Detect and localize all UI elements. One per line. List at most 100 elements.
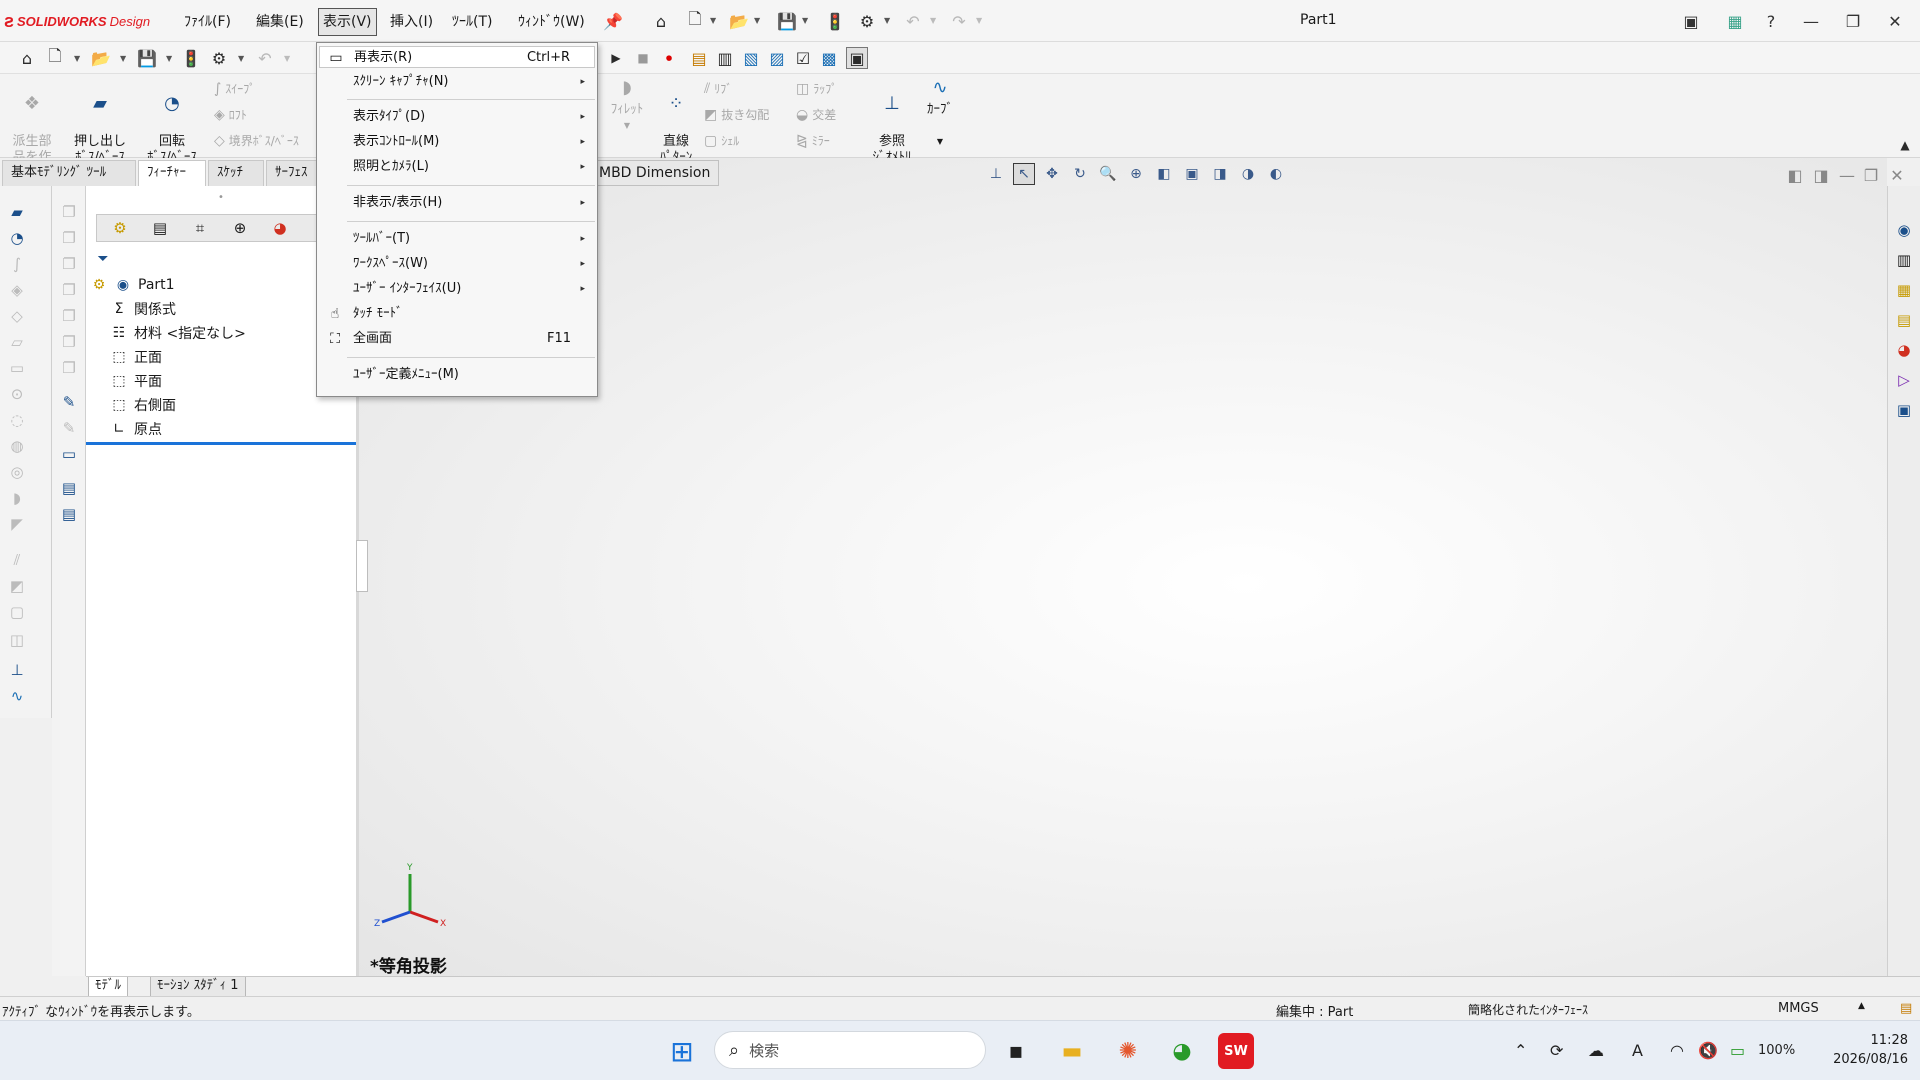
battery-icon[interactable]: ▭ bbox=[1730, 1041, 1745, 1060]
chevron-down-icon[interactable]: ▼ bbox=[930, 16, 936, 25]
task-view-icon[interactable]: ▪ bbox=[998, 1033, 1034, 1069]
restore-button[interactable]: ❐ bbox=[1838, 8, 1868, 34]
stop-icon[interactable]: ■ bbox=[632, 47, 654, 69]
revolve-icon[interactable]: ◔ bbox=[6, 228, 28, 248]
app-sunburst-icon[interactable]: ✺ bbox=[1110, 1033, 1146, 1069]
loft-icon[interactable]: ◈ bbox=[6, 280, 28, 300]
pan-icon[interactable]: ✥ bbox=[1041, 163, 1063, 185]
chevron-down-icon[interactable]: ▼ bbox=[976, 16, 982, 25]
cloud-icon[interactable]: ☁ bbox=[1588, 1041, 1604, 1060]
file-explorer-icon[interactable]: ▬ bbox=[1054, 1033, 1090, 1069]
undo-icon[interactable]: ↶ bbox=[254, 47, 276, 69]
tile-right-icon[interactable]: ◨ bbox=[1810, 164, 1832, 186]
windows-start-icon[interactable]: ⊞ bbox=[664, 1033, 700, 1069]
rib-button[interactable]: ⫽ ﾘﾌﾞ bbox=[704, 80, 732, 97]
collapse-ribbon-icon[interactable]: ▲ bbox=[1894, 134, 1916, 156]
traffic-light-icon[interactable]: 🚦 bbox=[824, 10, 846, 32]
chevron-down-icon[interactable]: ▼ bbox=[166, 54, 172, 63]
wrap-icon[interactable]: ◫ bbox=[6, 630, 28, 650]
menu-item-display-type[interactable]: 表示ﾀｲﾌﾟ(D) ▸ bbox=[319, 106, 595, 128]
notification-icon[interactable]: ▤ bbox=[1900, 1001, 1912, 1016]
menu-item-touch-mode[interactable]: ☝ ﾀｯﾁ ﾓｰﾄﾞ bbox=[319, 303, 595, 325]
design-library-icon[interactable]: ▥ bbox=[1892, 248, 1916, 272]
rotate-icon[interactable]: ↻ bbox=[1069, 163, 1091, 185]
tab-features[interactable]: ﾌｨｰﾁｬｰ bbox=[138, 160, 206, 186]
shell-icon[interactable]: ▢ bbox=[6, 602, 28, 622]
redo-icon[interactable]: ↷ bbox=[948, 10, 970, 32]
section-view-icon[interactable]: ◧ bbox=[1153, 163, 1175, 185]
tree-item-front-plane[interactable]: ⬚ 正面 bbox=[110, 346, 162, 368]
home-icon[interactable]: ⌂ bbox=[650, 10, 672, 32]
solidworks-logo[interactable]: ƨ SOLIDWORKS Design bbox=[4, 10, 150, 32]
tree-root[interactable]: ⚙ ◉ Part1 bbox=[90, 274, 175, 296]
macro-run-icon[interactable]: ▧ bbox=[740, 47, 762, 69]
avatar[interactable]: ▦ bbox=[1720, 8, 1750, 34]
menu-item-user-interface[interactable]: ﾕｰｻﾞｰ ｲﾝﾀｰﾌｪｲｽ(U) ▸ bbox=[319, 278, 595, 300]
property-manager-tab-icon[interactable]: ▤ bbox=[143, 217, 177, 239]
open-folder-icon[interactable]: 📂 bbox=[90, 47, 112, 69]
rib-icon[interactable]: ⫽ bbox=[6, 550, 28, 570]
display-icon[interactable]: ▭ bbox=[58, 444, 80, 464]
close-button[interactable]: ✕ bbox=[1880, 8, 1910, 34]
menu-tools[interactable]: ﾂｰﾙ(T) bbox=[448, 10, 496, 34]
status-units[interactable]: MMGS bbox=[1778, 1001, 1819, 1016]
curves-button[interactable]: ∿ ｶｰﾌﾞ ▼ bbox=[918, 79, 962, 150]
language-icon[interactable]: A bbox=[1632, 1041, 1643, 1060]
chevron-down-icon[interactable]: ▼ bbox=[238, 54, 244, 63]
intersect-button[interactable]: ◒ 交差 bbox=[796, 106, 836, 123]
cut-revolve-icon[interactable]: ▭ bbox=[6, 358, 28, 378]
tree-item-right-plane[interactable]: ⬚ 右側面 bbox=[110, 394, 176, 416]
new-document-icon[interactable]: 🗋 bbox=[684, 9, 706, 32]
rollback-bar[interactable] bbox=[86, 442, 356, 445]
taskbar-search[interactable]: ⌕ 検索 bbox=[714, 1031, 986, 1069]
extrude-icon[interactable]: ▰ bbox=[6, 202, 28, 222]
chevron-up-icon[interactable]: ▲ bbox=[1858, 1001, 1865, 1011]
shell-button[interactable]: ▢ ｼｪﾙ bbox=[704, 132, 739, 149]
help-icon[interactable]: ? bbox=[1756, 8, 1786, 34]
menu-item-toolbars[interactable]: ﾂｰﾙﾊﾞｰ(T) ▸ bbox=[319, 228, 595, 250]
copy-icon[interactable]: ❐ bbox=[58, 358, 80, 378]
copy-icon[interactable]: ❐ bbox=[58, 228, 80, 248]
tab-motion-study-1[interactable]: ﾓｰｼｮﾝ ｽﾀﾃﾞｨ 1 bbox=[150, 977, 246, 997]
cut-extrude-icon[interactable]: ▱ bbox=[6, 332, 28, 352]
menu-window[interactable]: ｳｨﾝﾄﾞｳ(W) bbox=[514, 10, 589, 34]
appearance-icon[interactable]: ◐ bbox=[1265, 163, 1287, 185]
tab-surfaces[interactable]: ｻｰﾌｪｽ bbox=[266, 160, 318, 186]
chevron-down-icon[interactable]: ▼ bbox=[754, 16, 760, 25]
menu-item-workspace[interactable]: ﾜｰｸｽﾍﾟｰｽ(W) ▸ bbox=[319, 253, 595, 275]
fillet-button[interactable]: ◗ ﾌｨﾚｯﾄ ▼ bbox=[600, 79, 654, 134]
menu-file[interactable]: ﾌｧｲﾙ(F) bbox=[180, 10, 235, 34]
forum-icon[interactable]: ▣ bbox=[1892, 398, 1916, 422]
copy-icon[interactable]: ❐ bbox=[58, 332, 80, 352]
new-document-icon[interactable]: 🗋 bbox=[44, 46, 66, 69]
doc-restore-button[interactable]: ❐ bbox=[1860, 164, 1882, 186]
draft-icon[interactable]: ◩ bbox=[6, 576, 28, 596]
play-icon[interactable]: ▶ bbox=[605, 47, 627, 69]
volume-muted-icon[interactable]: 🔇 bbox=[1698, 1041, 1718, 1060]
chevron-down-icon[interactable]: ▼ bbox=[802, 16, 808, 25]
view-normal-icon[interactable]: ⊥ bbox=[985, 163, 1007, 185]
menu-item-hide-show[interactable]: 非表示/表示(H) ▸ bbox=[319, 192, 595, 214]
filter-icon[interactable]: ⏷ bbox=[94, 250, 112, 268]
tab-basic-modeling[interactable]: 基本ﾓﾃﾞﾘﾝｸﾞ ﾂｰﾙ bbox=[2, 160, 136, 186]
chrome-icon[interactable]: ◕ bbox=[1164, 1033, 1200, 1069]
sweep-icon[interactable]: ∫ bbox=[6, 254, 28, 274]
display-manager-tab-icon[interactable]: ◕ bbox=[263, 217, 297, 239]
sweep-button[interactable]: ∫ ｽｲｰﾌﾟ bbox=[214, 80, 255, 97]
chevron-up-icon[interactable]: ⌃ bbox=[1514, 1041, 1527, 1060]
chamfer-icon[interactable]: ◤ bbox=[6, 514, 28, 534]
tab-sketch[interactable]: ｽｹｯﾁ bbox=[208, 160, 264, 186]
curve-icon[interactable]: ∿ bbox=[6, 686, 28, 706]
tab-model[interactable]: ﾓﾃﾞﾙ bbox=[88, 977, 128, 997]
tree-item-equations[interactable]: Σ 関係式 bbox=[110, 298, 176, 320]
menu-item-customize-menu[interactable]: ﾕｰｻﾞｰ定義ﾒﾆｭｰ(M) bbox=[319, 364, 595, 386]
sketch-icon[interactable]: ✎ bbox=[58, 392, 80, 412]
solidworks-resources-icon[interactable]: ◉ bbox=[1892, 218, 1916, 242]
menu-item-screen-capture[interactable]: ｽｸﾘｰﾝ ｷｬﾌﾟﾁｬ(N) ▸ bbox=[319, 71, 595, 93]
display-style-icon[interactable]: ◨ bbox=[1209, 163, 1231, 185]
options-icon[interactable]: ▩ bbox=[818, 47, 840, 69]
tab-mbd-dimension[interactable]: MBD Dimension bbox=[590, 160, 720, 186]
mirror-button[interactable]: ⧎ ﾐﾗｰ bbox=[796, 132, 830, 149]
copy-icon[interactable]: ❐ bbox=[58, 254, 80, 274]
tree-item-top-plane[interactable]: ⬚ 平面 bbox=[110, 370, 162, 392]
